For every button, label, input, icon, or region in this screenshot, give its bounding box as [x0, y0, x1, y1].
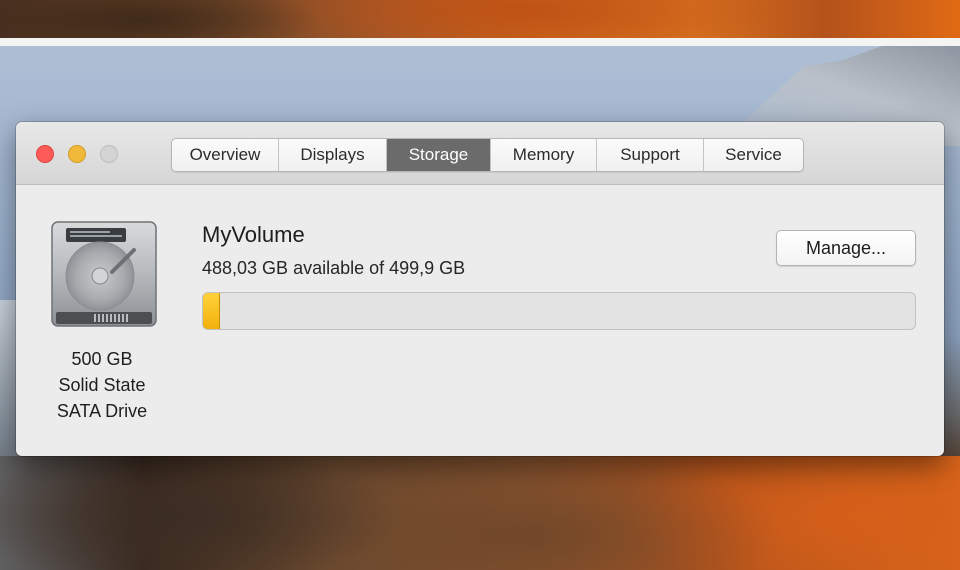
volume-available-space: 488,03 GB available of 499,9 GB [202, 258, 466, 278]
storage-used-segment[interactable] [203, 293, 221, 329]
storage-usage-bar [202, 292, 916, 330]
manage-button[interactable]: Manage... [776, 230, 916, 266]
tab-support[interactable]: Support [596, 139, 703, 171]
tab-memory[interactable]: Memory [490, 139, 596, 171]
zoom-window-button[interactable] [100, 145, 118, 163]
volume-name: MyVolume [202, 222, 305, 247]
tab-bar: Overview Displays Storage Memory Support… [171, 138, 804, 172]
tab-storage[interactable]: Storage [386, 139, 490, 171]
desktop-divider [0, 38, 960, 46]
drive-description: 500 GB Solid State SATA Drive [32, 346, 172, 424]
drive-type-line1: Solid State [58, 375, 146, 395]
tab-displays[interactable]: Displays [278, 139, 386, 171]
hard-drive-icon [50, 220, 158, 330]
window-toolbar: Overview Displays Storage Memory Support… [16, 122, 944, 185]
desktop-wallpaper-top [0, 0, 960, 38]
drive-type-line2: SATA Drive [56, 401, 148, 421]
minimize-window-button[interactable] [68, 145, 86, 163]
close-window-button[interactable] [36, 145, 54, 163]
about-this-mac-window: Overview Displays Storage Memory Support… [16, 122, 944, 456]
tab-service[interactable]: Service [703, 139, 803, 171]
wallpaper-hills [0, 456, 960, 570]
tab-overview[interactable]: Overview [172, 139, 278, 171]
drive-capacity: 500 GB [71, 349, 133, 369]
